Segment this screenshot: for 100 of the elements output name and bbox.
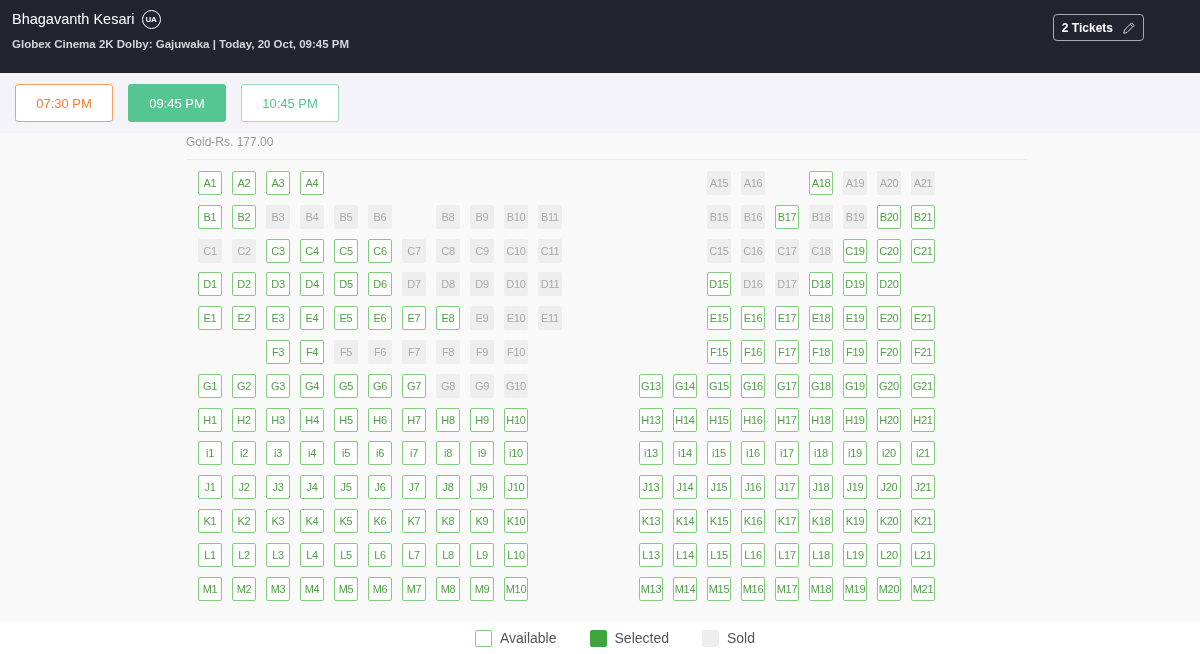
seat[interactable]: L7 [402, 542, 426, 567]
seat[interactable]: G3 [266, 373, 290, 398]
seat[interactable]: L18 [809, 542, 833, 567]
seat[interactable]: G7 [402, 373, 426, 398]
seat[interactable]: C21 [911, 238, 935, 263]
seat[interactable]: C20 [877, 238, 901, 263]
seat[interactable]: E18 [809, 306, 833, 331]
seat[interactable]: K14 [673, 508, 697, 533]
seat[interactable]: G20 [877, 373, 901, 398]
seat[interactable]: M15 [707, 576, 731, 601]
seat[interactable]: M9 [470, 576, 494, 601]
seat[interactable]: L19 [843, 542, 867, 567]
seat[interactable]: L20 [877, 542, 901, 567]
seat[interactable]: K16 [741, 508, 765, 533]
seat[interactable]: F4 [300, 340, 324, 364]
seat[interactable]: L4 [300, 542, 324, 567]
seat[interactable]: i21 [911, 441, 935, 466]
seat[interactable]: M6 [368, 576, 392, 601]
seat[interactable]: F19 [843, 340, 867, 364]
seat[interactable]: H14 [673, 407, 697, 432]
seat[interactable]: K3 [266, 508, 290, 533]
seat[interactable]: J5 [334, 475, 358, 500]
seat[interactable]: J16 [741, 475, 765, 500]
seat[interactable]: M2 [232, 576, 256, 601]
seat[interactable]: J1 [198, 475, 222, 500]
seat[interactable]: M4 [300, 576, 324, 601]
seat[interactable]: i9 [470, 441, 494, 466]
seat[interactable]: M18 [809, 576, 833, 601]
seat[interactable]: i18 [809, 441, 833, 466]
seat[interactable]: F21 [911, 340, 935, 364]
seat[interactable]: C4 [300, 238, 324, 263]
seat[interactable]: i14 [673, 441, 697, 466]
seat[interactable]: E3 [266, 306, 290, 331]
seat[interactable]: D3 [266, 272, 290, 297]
seat[interactable]: J20 [877, 475, 901, 500]
seat[interactable]: L17 [775, 542, 799, 567]
seat[interactable]: K4 [300, 508, 324, 533]
seat[interactable]: i17 [775, 441, 799, 466]
seat[interactable]: L2 [232, 542, 256, 567]
seat[interactable]: C3 [266, 238, 290, 263]
seat[interactable]: K1 [198, 508, 222, 533]
seat[interactable]: C6 [368, 238, 392, 263]
seat[interactable]: G17 [775, 373, 799, 398]
seat[interactable]: B20 [877, 204, 901, 229]
seat[interactable]: M10 [504, 576, 528, 601]
seat[interactable]: K17 [775, 508, 799, 533]
seat[interactable]: H8 [436, 407, 460, 432]
seat[interactable]: M1 [198, 576, 222, 601]
seat[interactable]: E21 [911, 306, 935, 331]
seat[interactable]: J14 [673, 475, 697, 500]
seat[interactable]: K9 [470, 508, 494, 533]
seat[interactable]: M14 [673, 576, 697, 601]
seat[interactable]: B17 [775, 204, 799, 229]
seat[interactable]: K7 [402, 508, 426, 533]
seat[interactable]: M8 [436, 576, 460, 601]
seat[interactable]: K6 [368, 508, 392, 533]
seat[interactable]: K13 [639, 508, 663, 533]
seat[interactable]: F3 [266, 340, 290, 364]
seat[interactable]: G18 [809, 373, 833, 398]
seat[interactable]: H4 [300, 407, 324, 432]
seat[interactable]: i6 [368, 441, 392, 466]
seat[interactable]: L3 [266, 542, 290, 567]
seat[interactable]: M5 [334, 576, 358, 601]
seat[interactable]: G14 [673, 373, 697, 398]
seat[interactable]: H15 [707, 407, 731, 432]
seat[interactable]: E7 [402, 306, 426, 331]
seat[interactable]: K2 [232, 508, 256, 533]
seat[interactable]: E2 [232, 306, 256, 331]
seat[interactable]: L21 [911, 542, 935, 567]
seat[interactable]: G13 [639, 373, 663, 398]
seat[interactable]: L1 [198, 542, 222, 567]
seat[interactable]: K15 [707, 508, 731, 533]
seat[interactable]: J19 [843, 475, 867, 500]
seat[interactable]: D5 [334, 272, 358, 297]
seat[interactable]: A1 [198, 171, 222, 195]
seat[interactable]: H2 [232, 407, 256, 432]
seat[interactable]: D15 [707, 272, 731, 297]
seat[interactable]: L15 [707, 542, 731, 567]
seat[interactable]: i13 [639, 441, 663, 466]
seat[interactable]: C5 [334, 238, 358, 263]
seat[interactable]: H19 [843, 407, 867, 432]
seat[interactable]: K5 [334, 508, 358, 533]
seat[interactable]: i4 [300, 441, 324, 466]
seat[interactable]: L5 [334, 542, 358, 567]
seat[interactable]: D2 [232, 272, 256, 297]
seat[interactable]: K18 [809, 508, 833, 533]
seat[interactable]: J13 [639, 475, 663, 500]
seat[interactable]: J17 [775, 475, 799, 500]
seat[interactable]: L6 [368, 542, 392, 567]
seat[interactable]: M13 [639, 576, 663, 601]
seat[interactable]: D1 [198, 272, 222, 297]
seat[interactable]: E15 [707, 306, 731, 331]
seat[interactable]: H17 [775, 407, 799, 432]
tickets-button[interactable]: 2 Tickets [1052, 14, 1144, 41]
seat[interactable]: K19 [843, 508, 867, 533]
seat[interactable]: i10 [504, 441, 528, 466]
seat[interactable]: G6 [368, 373, 392, 398]
seat[interactable]: M21 [911, 576, 935, 601]
seat[interactable]: L16 [741, 542, 765, 567]
seat[interactable]: E20 [877, 306, 901, 331]
